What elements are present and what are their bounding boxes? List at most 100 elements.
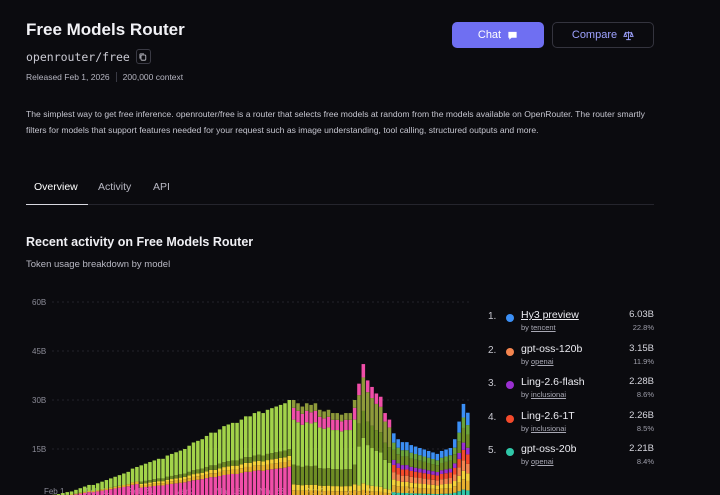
legend-author[interactable]: tencent <box>531 323 556 332</box>
bar-segment <box>104 489 109 495</box>
legend-model-name[interactable]: Hy3 preview <box>521 309 579 321</box>
bar-segment <box>69 491 74 495</box>
copy-button[interactable] <box>135 49 151 64</box>
bar-segment <box>339 469 344 487</box>
bar-segment <box>156 478 161 482</box>
bar-segment <box>444 483 448 489</box>
bar-segment <box>109 478 113 488</box>
legend-author[interactable]: openai <box>531 357 554 366</box>
bar-segment <box>461 479 466 490</box>
bar-segment <box>435 480 440 486</box>
bar-segment <box>387 447 392 463</box>
bar-segment <box>396 454 400 464</box>
bar-segment <box>278 404 283 452</box>
bar-segment <box>365 380 370 393</box>
bar-segment <box>344 430 348 470</box>
bar-segment <box>339 421 344 432</box>
bar-segment <box>104 480 109 489</box>
bar-segment <box>304 422 309 466</box>
legend-model-name[interactable]: Ling-2.6-1T <box>521 410 575 422</box>
legend-color-dot <box>506 448 514 456</box>
bar-segment <box>431 464 435 472</box>
bar-segment <box>370 398 374 426</box>
bar-segment <box>396 486 400 493</box>
bar-segment <box>422 483 427 489</box>
bar-segment <box>239 458 244 465</box>
bar-segment <box>318 427 322 469</box>
bar-segment <box>365 485 370 491</box>
bar-segment <box>448 468 453 473</box>
compare-button[interactable]: Compare <box>552 22 654 48</box>
y-tick-label: 30B <box>32 396 46 405</box>
bar-segment <box>261 470 265 495</box>
legend-item[interactable]: 4. Ling-2.6-1T by inclusionai 2.26B 8.5% <box>488 408 654 442</box>
chat-button[interactable]: Chat <box>452 22 544 48</box>
bar-segment <box>392 485 396 493</box>
bar-segment <box>431 471 435 475</box>
bar-segment <box>418 448 422 456</box>
legend-tokens: 2.26B <box>629 409 654 421</box>
bar-segment <box>300 424 305 467</box>
bar-segment <box>461 442 466 450</box>
bar-segment <box>204 478 209 495</box>
bar-segment <box>304 484 309 491</box>
slug-row: openrouter/free <box>26 49 151 64</box>
legend-author[interactable]: openai <box>531 457 554 466</box>
bar-segment <box>457 467 461 476</box>
bar-segment <box>466 425 470 435</box>
bar-segment <box>191 476 196 481</box>
bar-segment <box>365 421 370 446</box>
legend-by-prefix: by <box>521 423 529 433</box>
bar-segment <box>169 453 174 476</box>
legend-color-dot <box>506 381 514 389</box>
bar-segment <box>466 412 470 426</box>
bar-segment <box>278 462 283 469</box>
bar-segment <box>431 474 435 480</box>
bar-segment <box>461 470 466 480</box>
bar-segment <box>261 465 265 471</box>
bar-segment <box>422 456 427 462</box>
bar-segment <box>226 470 231 475</box>
legend-item[interactable]: 3. Ling-2.6-flash by inclusionai 2.28B 8… <box>488 374 654 408</box>
legend-model-name[interactable]: gpt-oss-20b <box>521 443 576 455</box>
bar-segment <box>318 416 322 428</box>
bar-segment <box>222 475 226 495</box>
bar-segment <box>222 470 226 476</box>
legend-model-name[interactable]: Ling-2.6-flash <box>521 376 585 388</box>
bar-segment <box>400 475 405 482</box>
bar-segment <box>413 446 418 454</box>
legend-item[interactable]: 1. Hy3 preview by tencent 6.03B 22.8% <box>488 307 654 341</box>
bar-segment <box>400 456 405 466</box>
bar-segment <box>383 413 387 422</box>
bar-segment <box>392 464 396 473</box>
bar-segment <box>331 419 335 431</box>
bar-segment <box>300 485 305 491</box>
legend-item[interactable]: 2. gpt-oss-120b by openai 3.15B 11.9% <box>488 341 654 375</box>
bar-segment <box>161 478 165 482</box>
bar-segment <box>370 485 374 492</box>
bar-segment <box>374 450 379 487</box>
legend-author-line: by inclusionai <box>521 390 566 399</box>
bar-segment <box>287 466 292 495</box>
bar-segment <box>405 450 409 457</box>
bar-segment <box>361 364 366 378</box>
tab-overview[interactable]: Overview <box>34 181 78 193</box>
bar-segment <box>426 479 431 485</box>
bar-segment <box>174 480 178 484</box>
bar-segment <box>405 475 409 482</box>
bar-segment <box>169 481 174 484</box>
bar-segment <box>361 489 366 495</box>
legend-author[interactable]: inclusionai <box>531 390 566 399</box>
legend-item[interactable]: 5. gpt-oss-20b by openai 2.21B 8.4% <box>488 441 654 475</box>
legend-author[interactable]: inclusionai <box>531 424 566 433</box>
tab-api[interactable]: API <box>153 181 170 193</box>
bar-segment <box>439 484 444 489</box>
bar-segment <box>318 409 322 417</box>
bar-segment <box>413 459 418 468</box>
bar-segment <box>304 403 309 411</box>
legend-model-name[interactable]: gpt-oss-120b <box>521 343 582 355</box>
tab-activity[interactable]: Activity <box>98 181 131 193</box>
bar-segment <box>313 410 318 423</box>
bar-segment <box>400 450 405 457</box>
bar-segment <box>204 466 209 472</box>
